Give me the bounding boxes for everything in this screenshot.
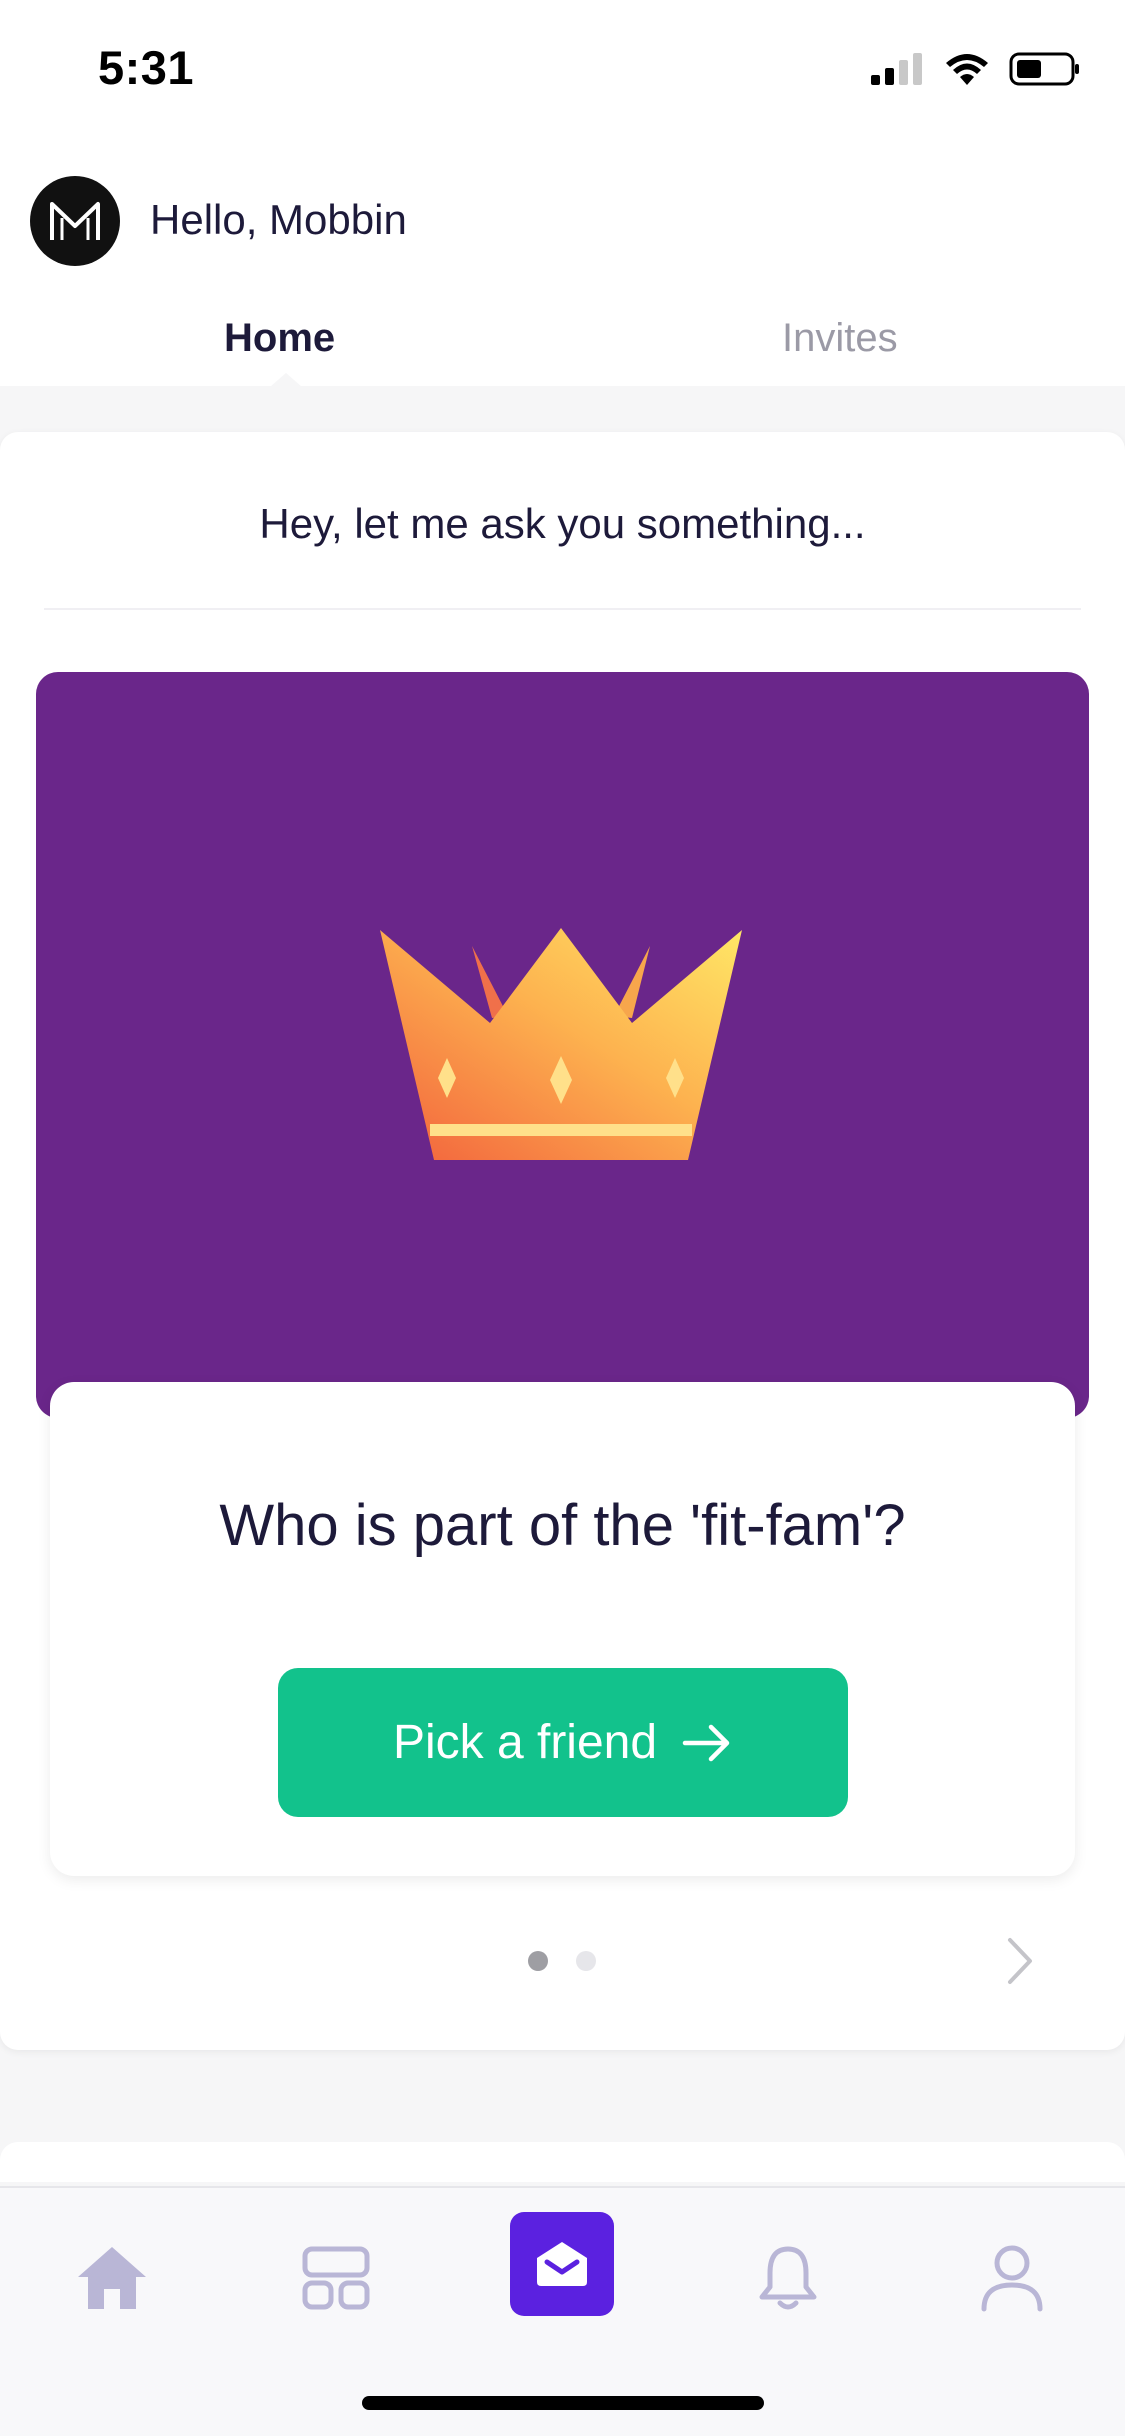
home-icon [78, 2247, 146, 2309]
next-card-peek [0, 2142, 1125, 2182]
pagination-dot-active[interactable] [528, 1951, 548, 1971]
status-time: 5:31 [98, 41, 195, 94]
battery-icon [1009, 52, 1079, 86]
cellular-signal-icon [871, 53, 922, 85]
pick-a-friend-button[interactable]: Pick a friend [278, 1668, 848, 1817]
feed-icon [302, 2246, 370, 2310]
wifi-icon [946, 54, 988, 85]
inbox-icon [537, 2242, 587, 2286]
divider [44, 608, 1081, 610]
active-tab-indicator [270, 373, 302, 387]
avatar[interactable] [30, 176, 120, 266]
tab-home[interactable]: Home [224, 316, 335, 361]
bell-icon [759, 2246, 817, 2310]
nav-home[interactable] [60, 2226, 164, 2330]
pagination-dot[interactable] [576, 1951, 596, 1971]
home-indicator [362, 2396, 764, 2410]
crown-icon [380, 928, 742, 1160]
nav-profile[interactable] [960, 2226, 1064, 2330]
nav-feed[interactable] [284, 2226, 388, 2330]
greeting-text: Hello, Mobbin [150, 196, 407, 243]
question-text: Who is part of the 'fit-fam'? [219, 1493, 906, 1558]
chevron-right-icon[interactable] [1002, 1936, 1038, 1986]
prompt-text: Hey, let me ask you something... [259, 500, 866, 547]
status-icons [869, 44, 1081, 94]
mobbin-logo-icon [50, 202, 100, 240]
nav-inbox[interactable] [510, 2212, 614, 2316]
profile-icon [981, 2245, 1043, 2312]
tab-invites[interactable]: Invites [782, 316, 898, 361]
nav-notifications[interactable] [736, 2226, 840, 2330]
pick-a-friend-label: Pick a friend [392, 1716, 658, 1769]
arrow-right-icon [682, 1724, 730, 1761]
